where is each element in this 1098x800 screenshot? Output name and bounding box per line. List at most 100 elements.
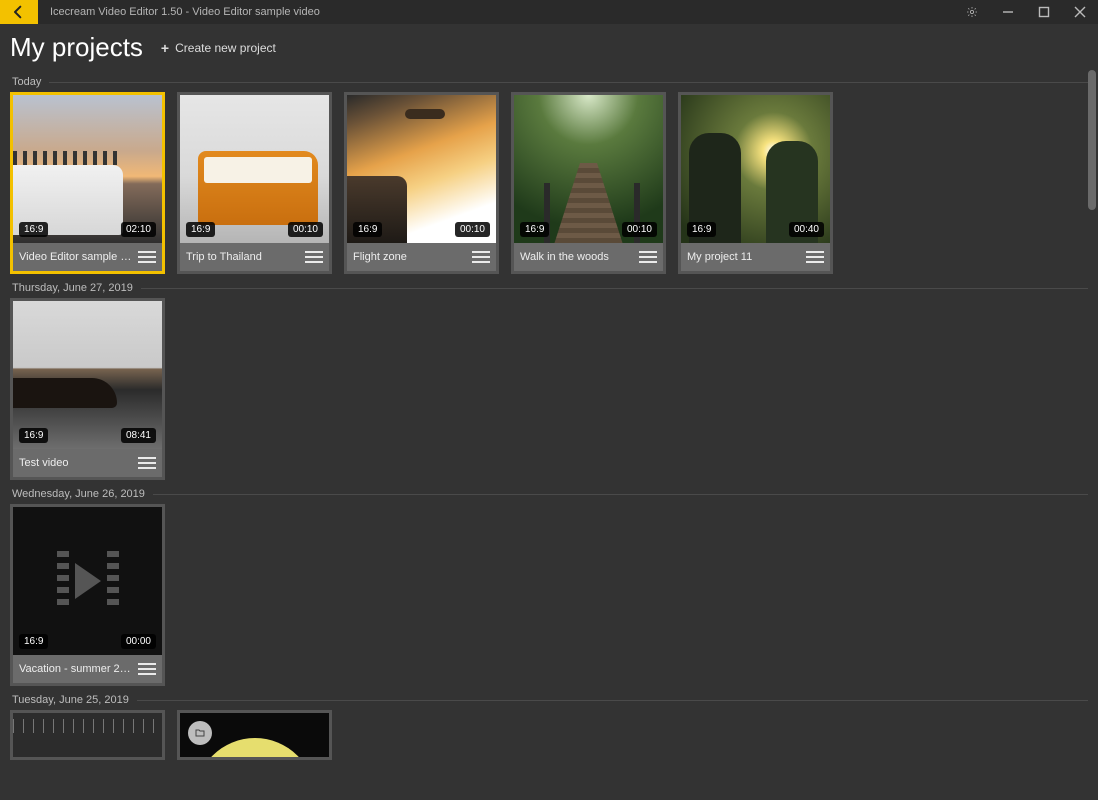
card-footer: Trip to Thailand [180,243,329,271]
page-title: My projects [10,32,143,63]
maximize-icon [1038,6,1050,18]
aspect-badge: 16:9 [353,222,382,237]
project-thumbnail: 16:9 00:10 [347,95,496,243]
duration-badge: 00:10 [288,222,323,237]
group-label: Tuesday, June 25, 2019 [12,694,1088,706]
duration-badge: 00:10 [622,222,657,237]
group-label-text: Tuesday, June 25, 2019 [12,694,129,706]
close-button[interactable] [1062,0,1098,24]
project-card[interactable] [177,710,332,760]
file-badge-icon [188,721,212,745]
project-card[interactable]: 16:9 00:10 Flight zone [344,92,499,274]
thumbnail-art [180,95,329,243]
card-footer: Video Editor sample video [13,243,162,271]
project-card[interactable] [10,710,165,760]
project-card[interactable]: 16:9 00:10 Walk in the woods [511,92,666,274]
settings-button[interactable] [954,0,990,24]
thumbnail-art [13,95,162,243]
project-menu-button[interactable] [138,454,156,472]
project-thumbnail: 16:9 00:10 [180,95,329,243]
project-card[interactable]: 16:9 00:10 Trip to Thailand [177,92,332,274]
aspect-badge: 16:9 [19,428,48,443]
project-title: Trip to Thailand [186,251,301,263]
scrollbar-thumb[interactable] [1088,70,1096,210]
projects-body: Today16:902:10Video Editor sample video1… [0,68,1098,800]
duration-badge: 00:40 [789,222,824,237]
thumbnail-art [13,301,162,449]
gear-icon [966,6,978,18]
back-button[interactable] [0,0,38,24]
minimize-button[interactable] [990,0,1026,24]
close-icon [1074,6,1086,18]
project-row: 16:9 00:00 Vacation - summer 2019 [10,504,1088,686]
thumbnail-art [681,95,830,243]
card-footer: Walk in the woods [514,243,663,271]
group-label-text: Thursday, June 27, 2019 [12,282,133,294]
card-footer: My project 11 [681,243,830,271]
project-card[interactable]: 16:9 08:41 Test video [10,298,165,480]
project-thumbnail: 16:9 02:10 [13,95,162,243]
back-arrow-icon [11,4,27,20]
duration-badge: 08:41 [121,428,156,443]
divider [141,288,1088,289]
card-footer: Vacation - summer 2019 [13,655,162,683]
card-footer: Flight zone [347,243,496,271]
thumbnail-art [180,713,329,757]
thumbnail-art [13,713,162,757]
project-title: Flight zone [353,251,468,263]
group-label: Thursday, June 27, 2019 [12,282,1088,294]
project-thumbnail [180,713,329,757]
project-card[interactable]: 16:9 02:10 Video Editor sample video [10,92,165,274]
project-menu-button[interactable] [305,248,323,266]
group-label-text: Today [12,76,41,88]
project-menu-button[interactable] [138,248,156,266]
placeholder-icon [44,551,132,611]
card-footer: Test video [13,449,162,477]
group-label-text: Wednesday, June 26, 2019 [12,488,145,500]
project-menu-button[interactable] [138,660,156,678]
project-menu-button[interactable] [472,248,490,266]
aspect-badge: 16:9 [687,222,716,237]
titlebar: Icecream Video Editor 1.50 - Video Edito… [0,0,1098,24]
project-thumbnail [13,713,162,757]
project-menu-button[interactable] [806,248,824,266]
page-header: My projects + Create new project [0,24,1098,69]
aspect-badge: 16:9 [520,222,549,237]
aspect-badge: 16:9 [186,222,215,237]
create-label: Create new project [175,41,276,55]
project-title: Vacation - summer 2019 [19,663,134,675]
window-title: Icecream Video Editor 1.50 - Video Edito… [38,0,954,24]
minimize-icon [1002,6,1014,18]
project-title: Walk in the woods [520,251,635,263]
project-title: Video Editor sample video [19,251,134,263]
project-thumbnail: 16:9 08:41 [13,301,162,449]
group-label: Today [12,76,1088,88]
divider [49,82,1088,83]
group-label: Wednesday, June 26, 2019 [12,488,1088,500]
duration-badge: 00:10 [455,222,490,237]
duration-badge: 02:10 [121,222,156,237]
divider [153,494,1088,495]
project-card[interactable]: 16:9 00:40 My project 11 [678,92,833,274]
project-title: My project 11 [687,251,802,263]
thumbnail-art [347,95,496,243]
window-controls [954,0,1098,24]
aspect-badge: 16:9 [19,634,48,649]
duration-badge: 00:00 [121,634,156,649]
thumbnail-art [514,95,663,243]
project-menu-button[interactable] [639,248,657,266]
create-new-project-button[interactable]: + Create new project [161,40,276,56]
maximize-button[interactable] [1026,0,1062,24]
project-row: 16:9 02:10 Video Editor sample video 16:9 00… [10,92,1088,274]
divider [137,700,1088,701]
thumbnail-art [13,507,162,655]
project-thumbnail: 16:9 00:40 [681,95,830,243]
project-title: Test video [19,457,134,469]
project-thumbnail: 16:9 00:00 [13,507,162,655]
plus-icon: + [161,40,169,56]
project-card[interactable]: 16:9 00:00 Vacation - summer 2019 [10,504,165,686]
project-thumbnail: 16:9 00:10 [514,95,663,243]
aspect-badge: 16:9 [19,222,48,237]
project-row: 16:9 08:41 Test video [10,298,1088,480]
project-row [10,710,1088,760]
